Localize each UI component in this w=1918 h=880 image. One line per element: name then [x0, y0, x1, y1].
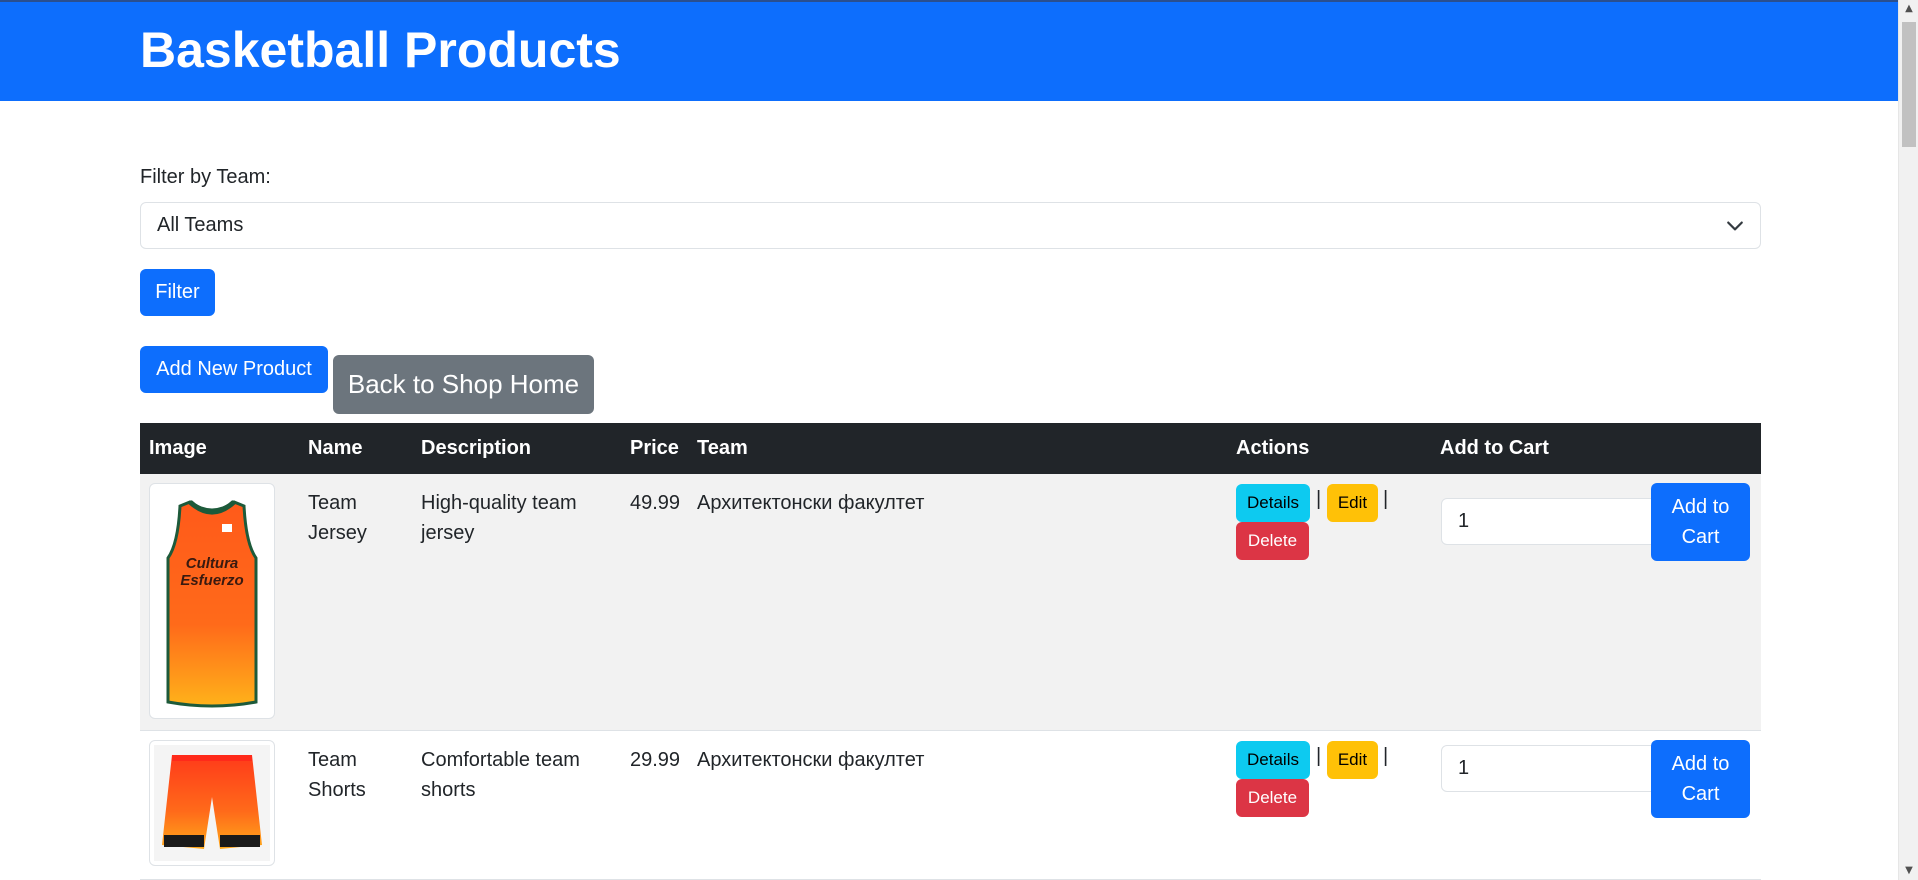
scroll-down-arrow-icon[interactable]: ▼: [1899, 862, 1918, 880]
column-header-image: Image: [149, 437, 207, 459]
details-button[interactable]: Details: [1236, 484, 1310, 522]
product-name: Team Shorts: [308, 749, 366, 801]
back-to-shop-home-button[interactable]: Back to Shop Home: [333, 355, 594, 414]
team-filter-selected-value: All Teams: [157, 214, 244, 236]
product-description: High-quality team jersey: [421, 492, 577, 544]
product-team: Архитектонски факултет: [697, 749, 925, 771]
filter-button[interactable]: Filter: [140, 269, 215, 316]
product-image: Cultura Esfuerzo: [149, 483, 275, 719]
action-separator: |: [1383, 488, 1389, 510]
filter-label: Filter by Team:: [140, 166, 271, 188]
scrollbar-thumb[interactable]: [1902, 22, 1916, 147]
product-team: Архитектонски факултет: [697, 492, 925, 514]
delete-button[interactable]: Delete: [1236, 522, 1309, 560]
jersey-print-line-1: Cultura: [186, 555, 239, 572]
add-new-product-button[interactable]: Add New Product: [140, 346, 328, 393]
team-filter-select[interactable]: All Teams: [140, 202, 1761, 249]
product-price: 49.99: [630, 492, 681, 514]
column-header-add-to-cart: Add to Cart: [1440, 437, 1549, 459]
edit-button[interactable]: Edit: [1327, 484, 1378, 522]
shorts-image-icon: [154, 745, 270, 861]
chevron-down-icon: [1727, 221, 1743, 231]
details-button[interactable]: Details: [1236, 741, 1310, 779]
table-row: Cultura Esfuerzo Team Jersey High-qualit…: [140, 474, 1761, 731]
page-header: Basketball Products: [0, 2, 1898, 101]
delete-button[interactable]: Delete: [1236, 779, 1309, 817]
action-separator: |: [1316, 488, 1322, 510]
add-to-cart-button[interactable]: Add to Cart: [1651, 483, 1750, 561]
jersey-image-icon: Cultura Esfuerzo: [166, 500, 258, 708]
product-description: Comfortable team shorts: [421, 749, 580, 801]
edit-button[interactable]: Edit: [1327, 741, 1378, 779]
product-price: 29.99: [630, 749, 681, 771]
product-name: Team Jersey: [308, 492, 367, 544]
add-to-cart-button[interactable]: Add to Cart: [1651, 740, 1750, 818]
column-header-description: Description: [421, 437, 532, 459]
column-header-actions: Actions: [1236, 437, 1310, 459]
column-header-name: Name: [308, 437, 363, 459]
quantity-input[interactable]: [1441, 498, 1654, 545]
action-separator: |: [1383, 745, 1389, 767]
quantity-input[interactable]: [1441, 745, 1654, 792]
column-header-price: Price: [630, 437, 679, 459]
scroll-up-arrow-icon[interactable]: ▲: [1899, 0, 1918, 18]
column-header-team: Team: [697, 437, 748, 459]
jersey-print-line-2: Esfuerzo: [180, 572, 243, 589]
table-header: Image Name Description Price Team Action…: [140, 423, 1761, 474]
page-title: Basketball Products: [140, 22, 621, 78]
action-separator: |: [1316, 745, 1322, 767]
vertical-scrollbar[interactable]: ▲ ▼: [1898, 0, 1918, 880]
product-image: [149, 740, 275, 866]
table-row: Team Shorts Comfortable team shorts 29.9…: [140, 731, 1761, 880]
